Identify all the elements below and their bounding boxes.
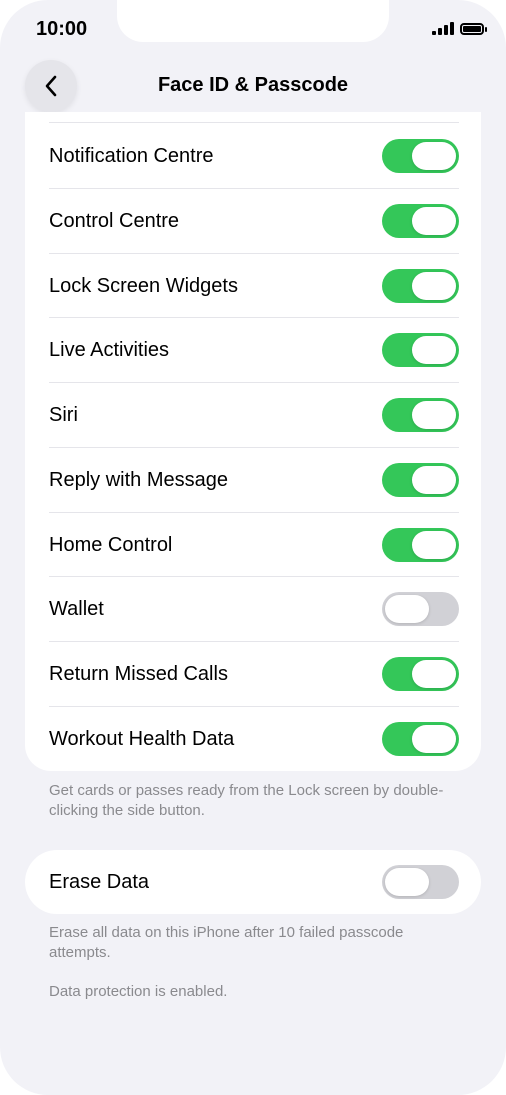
status-time: 10:00: [36, 18, 88, 40]
divider: [49, 122, 459, 123]
toggle-knob: [385, 868, 429, 896]
setting-label: Workout Health Data: [49, 727, 235, 750]
setting-row-home-control: Home Control: [49, 512, 459, 577]
setting-row-reply-with-message: Reply with Message: [49, 447, 459, 512]
live-activities-toggle[interactable]: [382, 333, 459, 367]
home-control-toggle[interactable]: [382, 528, 459, 562]
setting-row-live-activities: Live Activities: [49, 317, 459, 382]
battery-icon: [460, 22, 487, 35]
toggle-knob: [412, 207, 456, 235]
setting-label: Notification Centre: [49, 144, 214, 167]
toggle-knob: [385, 595, 429, 623]
toggle-knob: [412, 531, 456, 559]
setting-label: Return Missed Calls: [49, 662, 228, 685]
lock-screen-widgets-toggle[interactable]: [382, 269, 459, 303]
toggle-knob: [412, 660, 456, 688]
workout-health-data-toggle[interactable]: [382, 722, 459, 756]
setting-label: Lock Screen Widgets: [49, 274, 238, 297]
setting-row-siri: Siri: [49, 382, 459, 447]
toggle-knob: [412, 725, 456, 753]
page-title: Face ID & Passcode: [157, 74, 349, 96]
notch: [117, 0, 389, 42]
erase-data-footnote: Erase all data on this iPhone after 10 f…: [49, 924, 404, 961]
siri-toggle[interactable]: [382, 398, 459, 432]
erase-data-toggle[interactable]: [382, 865, 459, 899]
setting-label: Reply with Message: [49, 468, 228, 491]
setting-label: Live Activities: [49, 338, 170, 361]
allow-access-list: Notification Centre Control Centre Lock …: [25, 112, 481, 771]
setting-row-control-centre: Control Centre: [49, 188, 459, 253]
control-centre-toggle[interactable]: [382, 204, 459, 238]
device-screen: 10:00 Face ID & Passcode Notification Ce…: [0, 0, 506, 1095]
setting-label: Home Control: [49, 533, 173, 556]
return-missed-calls-toggle[interactable]: [382, 657, 459, 691]
data-protection-note: Data protection is enabled.: [49, 983, 228, 1000]
setting-label: Control Centre: [49, 209, 180, 232]
toggle-knob: [412, 336, 456, 364]
setting-row-return-missed-calls: Return Missed Calls: [49, 641, 459, 706]
setting-label: Erase Data: [49, 870, 150, 893]
toggle-knob: [412, 401, 456, 429]
toggle-knob: [412, 466, 456, 494]
reply-with-message-toggle[interactable]: [382, 463, 459, 497]
setting-label: Siri: [49, 403, 78, 426]
setting-row-wallet: Wallet: [49, 576, 459, 641]
setting-row-erase-data: Erase Data: [49, 850, 459, 914]
wallet-toggle[interactable]: [382, 592, 459, 626]
status-icons: [432, 22, 487, 35]
setting-row-lock-screen-widgets: Lock Screen Widgets: [49, 253, 459, 318]
erase-data-card: Erase Data: [25, 850, 481, 914]
toggle-knob: [412, 142, 456, 170]
setting-label: Wallet: [49, 597, 104, 620]
notification-centre-toggle[interactable]: [382, 139, 459, 173]
wallet-footnote: Get cards or passes ready from the Lock …: [49, 782, 444, 819]
toggle-knob: [412, 272, 456, 300]
setting-row-notification-centre: Notification Centre: [49, 124, 459, 188]
setting-row-workout-health-data: Workout Health Data: [49, 706, 459, 771]
signal-icon: [432, 22, 454, 35]
